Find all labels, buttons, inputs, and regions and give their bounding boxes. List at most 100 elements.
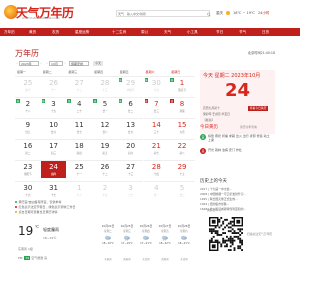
note-line: 黄历宜/吉凶各有所宜，仅供参考: [15, 200, 62, 204]
calendar-day[interactable]: 12 廿八: [92, 118, 118, 136]
calendar-day[interactable]: 休 4 二十: [66, 97, 93, 115]
today-button[interactable]: 今天: [93, 61, 103, 66]
nav-item-wannianli[interactable]: 万年历: [4, 28, 15, 36]
today-header: 今天 星期二 2023年10月: [203, 73, 261, 79]
nav-item-nongli[interactable]: 农历: [52, 28, 59, 36]
calendar-day[interactable]: 28 十三: [92, 76, 118, 94]
calendar-day[interactable]: 3 二十: [117, 181, 144, 199]
calendar-day[interactable]: 27 十二: [66, 76, 93, 94]
lunar-day: 寒露: [179, 109, 185, 113]
calendar-day[interactable]: 31 十七: [40, 181, 67, 199]
forecast-day[interactable]: 10月28日 星期六 18~21℃ 东北风: [175, 224, 193, 261]
forecast-day[interactable]: 10月27日 星期五 18~22℃ 西南风: [156, 224, 174, 261]
calendar-day[interactable]: 23 重阳节: [15, 160, 41, 178]
weather-now-unit: ℃: [35, 225, 40, 229]
calendar-day[interactable]: 4 廿一: [143, 181, 170, 199]
holiday-select[interactable]: 假期安排: [69, 61, 89, 66]
forecast-wind: 东北风: [142, 258, 150, 261]
calendar-day-today[interactable]: 24 霜降: [40, 160, 67, 178]
month-select[interactable]: 10月: [49, 61, 63, 66]
calendar-day[interactable]: 17 初三: [40, 139, 67, 157]
day-number: 7: [154, 100, 159, 108]
calendar-day[interactable]: 20 初六: [117, 139, 144, 157]
aqi-label: PM:: [18, 256, 24, 260]
history-item[interactable]: 1929 | 纽约股市暴跌...: [200, 202, 275, 206]
forecast-day[interactable]: 10月25日 星期三 17~19℃ 西南风: [118, 224, 136, 261]
calendar-day[interactable]: 16 初二: [15, 139, 41, 157]
weather-now-condition: 轻度霾雨: [43, 227, 59, 232]
forecast-day[interactable]: 10月24日 星期二 18~19℃ 东南风: [99, 224, 117, 261]
calendar-day[interactable]: 9 廿五: [15, 118, 41, 136]
calendar-day[interactable]: 11 廿七: [66, 118, 93, 136]
calendar-day[interactable]: 2 十九: [92, 181, 118, 199]
calendar-day[interactable]: 28 十四: [143, 160, 170, 178]
lunar-day: 九月: [179, 130, 185, 134]
calendar-day[interactable]: 27 十三: [117, 160, 144, 178]
calendar-day[interactable]: 休 29 中秋节: [117, 76, 144, 94]
header-weather-link[interactable]: 24小时: [258, 11, 269, 15]
calendar-day[interactable]: 5 廿二: [169, 181, 195, 199]
lunar-day: 十六: [153, 88, 159, 92]
calendar-day[interactable]: 21 初七: [143, 139, 170, 157]
forecast-weekday: 星期四: [142, 230, 150, 233]
calendar-day[interactable]: 26 十二: [92, 160, 118, 178]
day-number: 25: [74, 163, 84, 171]
header-weather[interactable]: 重庆 18℃ ~ 19℃ 24小时: [216, 10, 272, 17]
next-year-icon[interactable]: ›: [39, 61, 43, 66]
calendar-day[interactable]: 29 十五: [169, 160, 195, 178]
site-logo[interactable]: 天气万年历 WWW.TIANQIWANNIANLI.COM: [4, 4, 74, 20]
history-item[interactable]: 2017 | 十九届一中全会...: [200, 187, 275, 191]
lunar-day: 廿七: [76, 130, 82, 134]
calendar-day[interactable]: 休 1 国庆节: [169, 76, 195, 94]
calendar-day[interactable]: 14 三十: [143, 118, 170, 136]
nav-item-tools[interactable]: 小工具: [187, 28, 198, 36]
lunar-day: 二十: [128, 193, 134, 197]
search-icon[interactable]: [207, 12, 211, 17]
calendar-day[interactable]: 18 初四: [66, 139, 93, 157]
nav-item-festival[interactable]: 节日: [216, 28, 223, 36]
day-number: 26: [49, 79, 58, 87]
history-item[interactable]: 1945 | 联合国宪章正式生效...: [200, 197, 275, 201]
calendar-day[interactable]: 30 十六: [15, 181, 41, 199]
nav-item-jieqi[interactable]: 节气: [239, 28, 246, 36]
lunar-day: 初七: [153, 151, 159, 155]
nav-item-tianqi[interactable]: 天气: [164, 28, 171, 36]
calendar-day[interactable]: 25 十一: [66, 160, 93, 178]
next-month-icon[interactable]: ›: [63, 61, 67, 66]
aqi-value: 79: [24, 256, 31, 260]
search-type-select[interactable]: 天气: [117, 11, 126, 17]
ji-text: 开光 栽种 治病 安门 作灶: [208, 148, 242, 152]
year-select[interactable]: 2023年: [19, 61, 39, 66]
calendar-day[interactable]: 1 十八: [66, 181, 93, 199]
calendar-day[interactable]: 休 6 廿二: [117, 97, 144, 115]
calendar-day[interactable]: 13 廿九: [117, 118, 144, 136]
forecast-day[interactable]: 10月26日 星期四 17~21℃ 东北风: [137, 224, 155, 261]
view-huangli-button[interactable]: 查看今日黄历: [248, 106, 268, 111]
calendar-day[interactable]: 25 初十: [15, 76, 41, 94]
calendar-day[interactable]: 休 2 十八: [15, 97, 41, 115]
calendar-day[interactable]: 班 8 寒露: [169, 97, 195, 115]
calendar-day[interactable]: 休 30 十六: [143, 76, 170, 94]
huangli-link[interactable]: 黄历全年查询: [240, 125, 257, 129]
calendar-day[interactable]: 休 3 十九: [40, 97, 67, 115]
forecast-temp-range: 17~21℃: [140, 242, 152, 245]
day-number: 24: [49, 163, 58, 171]
history-title: 历史上的今天: [200, 179, 227, 184]
nav-item-zhougong[interactable]: 周公: [141, 28, 148, 36]
lunar-day: 廿二: [179, 193, 185, 197]
forecast-date: 10月25日: [120, 224, 134, 228]
calendar-day[interactable]: 22 初八: [169, 139, 195, 157]
calendar-day[interactable]: 班 7 廿三: [143, 97, 170, 115]
nav-item-shengxiao[interactable]: 十二生肖: [112, 28, 126, 36]
calendar-day[interactable]: 10 廿六: [40, 118, 67, 136]
search-input[interactable]: [127, 11, 209, 17]
nav-item-huangli[interactable]: 黄历: [29, 28, 36, 36]
calendar-day[interactable]: 26 十一: [40, 76, 67, 94]
calendar-day[interactable]: 19 初五: [92, 139, 118, 157]
history-item[interactable]: 2008 | 中国嫦娥一号卫星发射升空...: [200, 192, 275, 196]
calendar-day[interactable]: 15 九月: [169, 118, 195, 136]
nav-item-rili[interactable]: 日历: [262, 28, 269, 36]
calendar-day[interactable]: 休 5 廿一: [92, 97, 118, 115]
nav-item-xingzuo[interactable]: 星座运势: [75, 28, 89, 36]
day-number: 15: [177, 121, 187, 129]
